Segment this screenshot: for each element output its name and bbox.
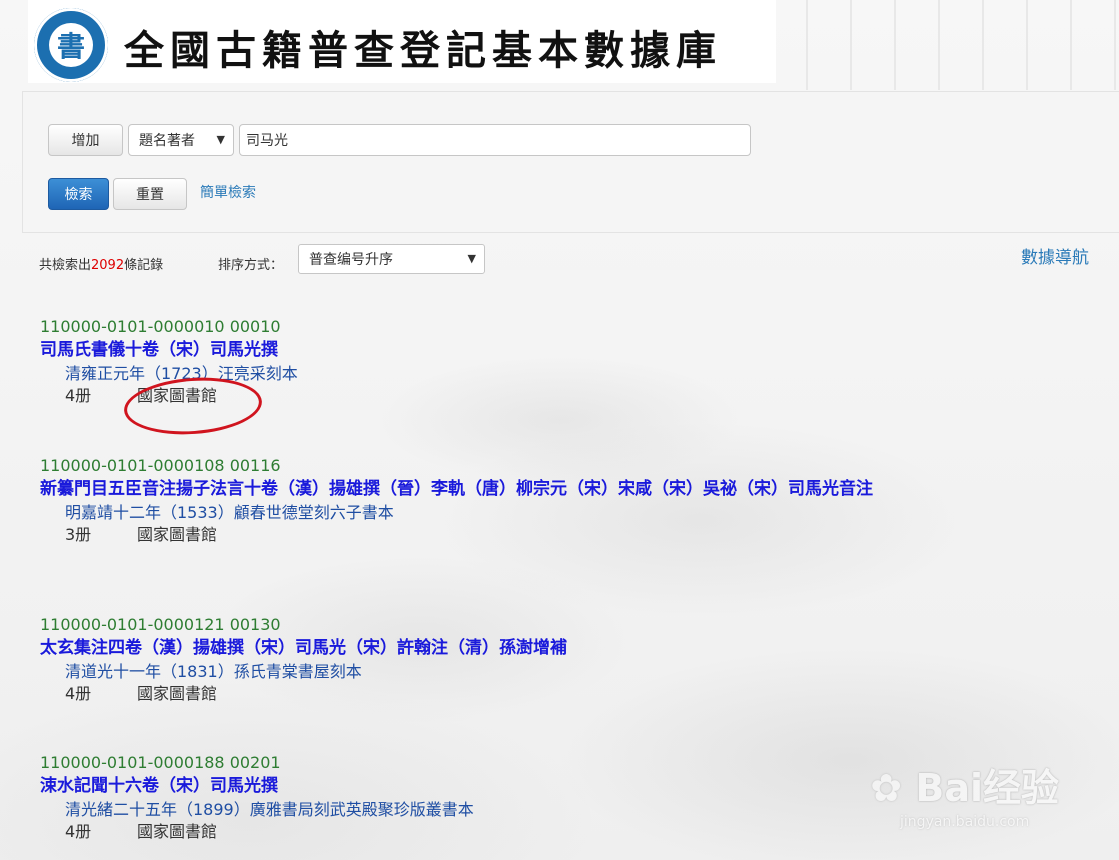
list-item: 110000-0101-0000121 00130 太玄集注四卷（漢）揚雄撰（宋… [40, 614, 1000, 705]
record-holder: 國家圖書館 [137, 822, 218, 841]
site-title: 全國古籍普查登記基本數據庫 [124, 27, 722, 74]
record-holder: 國家圖書館 [137, 684, 218, 703]
record-holder: 國家圖書館 [137, 525, 218, 544]
add-condition-button[interactable]: 增加 [48, 124, 123, 156]
calligraphy-background [780, 0, 1119, 90]
record-volumes: 3册 [65, 525, 92, 544]
sort-select-value: 普查编号升序 [309, 252, 393, 268]
record-edition: 清道光十一年（1831）孫氏青棠書屋刻本 [65, 662, 362, 681]
search-field-value: 題名著者 [139, 133, 195, 149]
watermark-url: jingyan.baidu.com [900, 814, 1030, 830]
paw-icon: ✿ [870, 766, 903, 810]
record-volumes: 4册 [65, 822, 92, 841]
site-header: 書 全國古籍普查登記基本數據庫 [28, 0, 776, 83]
result-count: 共檢索出2092條記錄 [39, 254, 163, 273]
record-title-link[interactable]: 新纂門目五臣音注揚子法言十卷（漢）揚雄撰（晉）李軌（唐）柳宗元（宋）宋咸（宋）吳… [40, 477, 980, 502]
search-input[interactable]: 司马光 [239, 124, 751, 156]
record-id: 110000-0101-0000010 00010 [40, 317, 281, 336]
search-field-select[interactable]: 題名著者 ▼ [128, 124, 234, 156]
chevron-down-icon: ▼ [216, 133, 225, 146]
data-navigation-link[interactable]: 數據導航 [1021, 243, 1089, 268]
chevron-down-icon: ▼ [467, 252, 476, 265]
record-meta: 4册 國家圖書館 [40, 683, 1000, 705]
simple-search-link[interactable]: 簡單檢索 [200, 182, 256, 202]
watermark-brand-text: Bai经验 [915, 766, 1059, 810]
result-count-prefix: 共檢索出 [39, 258, 92, 273]
record-edition: 清光緒二十五年（1899）廣雅書局刻武英殿聚珍版叢書本 [65, 800, 474, 819]
search-button[interactable]: 檢索 [48, 178, 109, 210]
search-input-value: 司马光 [246, 133, 288, 149]
record-meta: 4册 國家圖書館 [40, 821, 1000, 843]
record-id: 110000-0101-0000188 00201 [40, 753, 281, 772]
watermark-brand: ✿ Bai经验 [870, 757, 1059, 812]
record-volumes: 4册 [65, 684, 92, 703]
search-panel: 增加 題名著者 ▼ 司马光 檢索 重置 簡單檢索 [22, 91, 1119, 233]
sort-select[interactable]: 普查编号升序 ▼ [298, 244, 485, 274]
record-title-link[interactable]: 涑水記聞十六卷（宋）司馬光撰 [40, 774, 1000, 799]
sort-label: 排序方式： [218, 258, 284, 273]
record-id: 110000-0101-0000121 00130 [40, 615, 281, 634]
record-title-link[interactable]: 司馬氏書儀十卷（宋）司馬光撰 [40, 338, 1000, 363]
record-meta: 3册 國家圖書館 [40, 524, 1000, 546]
reset-button[interactable]: 重置 [113, 178, 187, 210]
logo-seal-icon: 書 [34, 8, 108, 82]
result-count-number: 2092 [91, 258, 125, 273]
logo-seal-char: 書 [49, 23, 93, 67]
baidu-watermark: ✿ Bai经验 jingyan.baidu.com [870, 757, 1059, 830]
result-count-suffix: 條記錄 [124, 258, 164, 273]
record-edition: 明嘉靖十二年（1533）顧春世德堂刻六子書本 [65, 503, 394, 522]
list-item: 110000-0101-0000108 00116 新纂門目五臣音注揚子法言十卷… [40, 455, 1000, 546]
record-id: 110000-0101-0000108 00116 [40, 456, 281, 475]
list-item: 110000-0101-0000188 00201 涑水記聞十六卷（宋）司馬光撰… [40, 752, 1000, 843]
record-title-link[interactable]: 太玄集注四卷（漢）揚雄撰（宋）司馬光（宋）許翰注（清）孫澍增補 [40, 636, 1000, 661]
